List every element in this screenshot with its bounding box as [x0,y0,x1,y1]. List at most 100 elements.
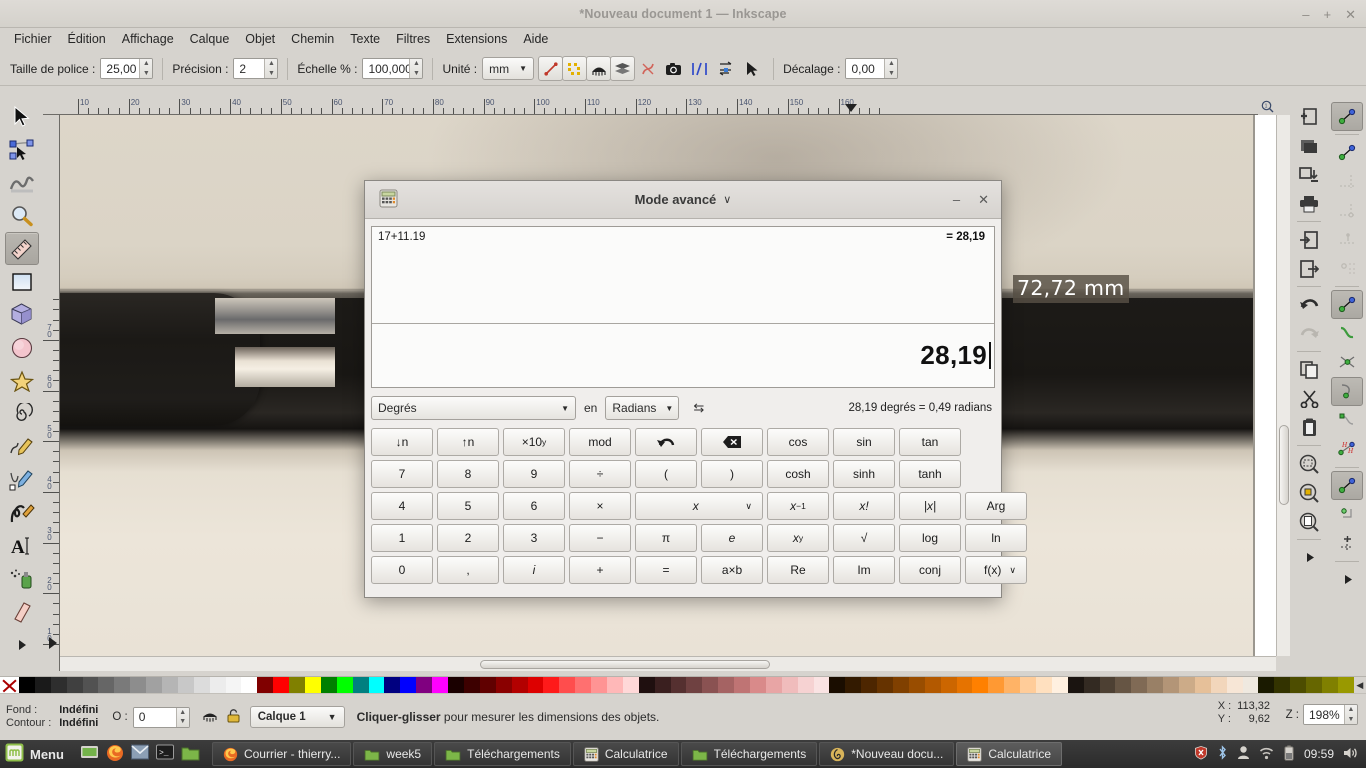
palette-swatch[interactable] [924,677,941,694]
wifi-icon[interactable] [1259,746,1274,763]
palette-swatch[interactable] [1067,677,1084,694]
offset-spinner[interactable]: 0,00 ▲ ▼ [845,58,899,79]
palette-swatch[interactable] [1322,677,1338,694]
palette-swatch[interactable] [1179,677,1195,694]
snap-to-cusp-nodes-icon[interactable] [1331,377,1363,406]
pencil-tool[interactable] [5,430,39,463]
precision-spinner[interactable]: 2 ▲ ▼ [233,58,279,79]
palette-swatch[interactable] [384,677,401,694]
palette-swatch[interactable] [559,677,576,694]
shield-icon[interactable] [1194,745,1208,763]
menu-item-fichier[interactable]: Fichier [6,30,60,48]
mail-icon[interactable] [130,744,149,764]
scale-spinner[interactable]: 100,000 ▲ ▼ [362,58,424,79]
redo-icon[interactable] [1293,319,1325,348]
multiply-ab-key[interactable]: a×b [701,556,763,584]
palette-swatch[interactable] [193,677,210,694]
calligraphy-tool[interactable] [5,496,39,529]
vertical-scrollbar[interactable] [1276,115,1290,656]
palette-swatch[interactable] [1020,677,1036,694]
menu-item-extensions[interactable]: Extensions [438,30,515,48]
power-key[interactable]: xy [767,524,829,552]
snap-bbox-edge-midpoints-icon[interactable] [1331,225,1363,254]
horizontal-ruler[interactable]: 10 20 30 40 50 60 70 80 90 100 110 120 130 140 150 160 [43,98,1276,115]
menu-item-calque[interactable]: Calque [182,30,238,48]
palette-swatch[interactable] [416,677,433,694]
star-tool[interactable] [5,364,39,397]
palette-swatch[interactable] [908,677,925,694]
opacity-control[interactable]: O : 0 ▲ ▼ [112,706,190,728]
palette-swatch[interactable] [765,677,782,694]
digit-7-key[interactable]: 7 [371,460,433,488]
swap-units-icon[interactable]: ⇆ [687,400,710,416]
menu-item-filtres[interactable]: Filtres [388,30,438,48]
files-icon[interactable] [181,745,200,764]
opacity-value[interactable]: 0 [133,707,176,727]
digit-1-key[interactable]: 1 [371,524,433,552]
palette-swatch[interactable] [1306,677,1323,694]
digit-5-key[interactable]: 5 [437,492,499,520]
snap-to-paths-icon[interactable] [1331,319,1363,348]
print-document-icon[interactable] [1293,189,1325,218]
to-guides-icon[interactable] [686,56,713,81]
menu-item-aide[interactable]: Aide [515,30,556,48]
palette-swatch[interactable] [368,677,385,694]
backspace-icon[interactable] [701,428,763,456]
digit-2-key[interactable]: 2 [437,524,499,552]
palette-swatch[interactable] [861,677,878,694]
palette-swatch[interactable] [527,677,544,694]
spray-tool[interactable] [5,562,39,595]
snap-smooth-nodes-icon[interactable] [1331,406,1363,435]
palette-swatch[interactable] [877,677,893,694]
converter-from-select[interactable]: Degrés ▼ [371,396,576,420]
show-desktop-icon[interactable] [80,744,99,764]
snap-nodes-paths-icon[interactable] [1331,290,1363,319]
palette-swatch[interactable] [591,677,607,694]
snap-midpoints-icon[interactable]: HH [1331,435,1363,464]
rectangle-tool[interactable] [5,265,39,298]
palette-swatch[interactable] [749,677,766,694]
multiply-key[interactable]: × [569,492,631,520]
cosh-key[interactable]: cosh [767,460,829,488]
palette-swatch[interactable] [209,677,226,694]
calculator-minimize-button[interactable]: – [953,192,960,207]
font-size-arrows[interactable]: ▲ ▼ [139,59,153,78]
divide-key[interactable]: ÷ [569,460,631,488]
digit-0-key[interactable]: 0 [371,556,433,584]
opacity-spinner[interactable]: 0 ▲ ▼ [132,706,190,728]
opacity-arrows[interactable]: ▲ ▼ [175,707,189,727]
ellipse-tool[interactable] [5,331,39,364]
snap-bbox-corners-icon[interactable] [1331,196,1363,225]
functions-key[interactable]: f(x) ∨ [965,556,1027,584]
palette-swatch[interactable] [82,677,99,694]
palette-swatch[interactable] [257,677,274,694]
conjugate-key[interactable]: conj [899,556,961,584]
open-document-icon[interactable] [1293,131,1325,160]
scale-arrows[interactable]: ▲ ▼ [409,59,423,78]
sqrt-key[interactable]: √ [833,524,895,552]
snap-bbox-centers-icon[interactable] [1331,254,1363,283]
mark-dimension-icon[interactable] [712,56,739,81]
palette-swatch[interactable] [1115,677,1132,694]
menu-item-texte[interactable]: Texte [342,30,388,48]
show-measures-icon[interactable] [586,56,612,81]
taskbar-task[interactable]: *Nouveau docu... [819,742,955,766]
sinh-key[interactable]: sinh [833,460,895,488]
palette-swatch[interactable] [162,677,178,694]
palette-swatch[interactable] [320,677,337,694]
firefox-icon[interactable] [106,744,124,765]
precision-value[interactable]: 2 [234,59,265,78]
palette-swatch[interactable] [511,677,528,694]
bezier-tool[interactable] [5,463,39,496]
variable-x-key[interactable]: x ∨ [635,492,763,520]
digit-4-key[interactable]: 4 [371,492,433,520]
digit-8-key[interactable]: 8 [437,460,499,488]
current-entry[interactable]: 28,19 [372,323,994,387]
maximize-button[interactable]: + [1324,8,1332,21]
imaginary-part-key[interactable]: Im [833,556,895,584]
palette-swatch[interactable] [845,677,862,694]
taskbar-task[interactable]: Téléchargements [680,742,818,766]
scale-value[interactable]: 100,000 [363,59,412,78]
real-part-key[interactable]: Re [767,556,829,584]
offset-value[interactable]: 0,00 [846,59,885,78]
